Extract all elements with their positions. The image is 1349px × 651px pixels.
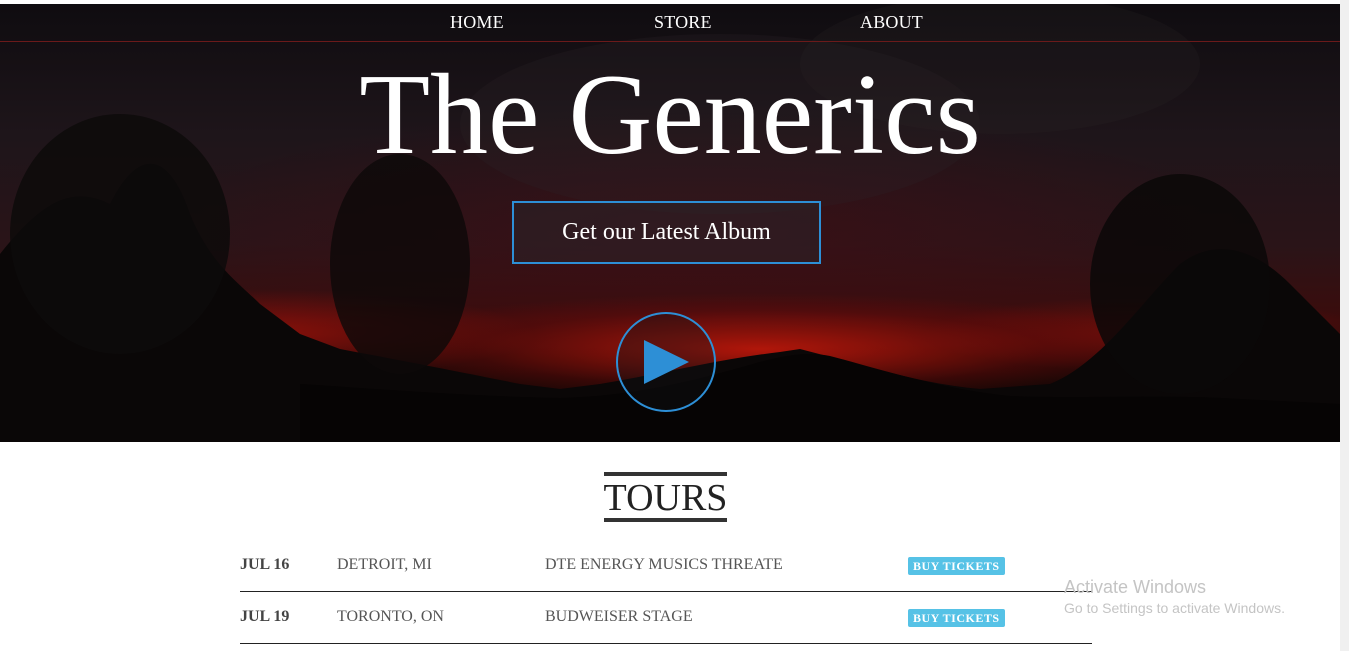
hero-banner: HOME STORE ABOUT The Generics Get our La… — [0, 4, 1340, 442]
buy-tickets-button[interactable]: BUY TICKETS — [908, 609, 1005, 627]
tour-venue: BUDWEISER STAGE — [545, 608, 693, 625]
tour-city: TORONTO, ON — [337, 608, 444, 625]
tour-row: JUL 16 DETROIT, MI DTE ENERGY MUSICS THR… — [240, 540, 1092, 592]
tour-city: DETROIT, MI — [337, 556, 432, 573]
tours-section-header: TOURS — [0, 472, 1331, 522]
nav-home-link[interactable]: HOME — [450, 12, 504, 33]
play-button[interactable] — [616, 312, 716, 412]
tour-venue: DTE ENERGY MUSICS THREATE — [545, 556, 783, 573]
page-scrollbar[interactable] — [1340, 0, 1349, 651]
nav-store-link[interactable]: STORE — [654, 12, 712, 33]
main-nav: HOME STORE ABOUT — [0, 4, 1340, 42]
play-icon — [644, 340, 689, 384]
buy-tickets-button[interactable]: BUY TICKETS — [908, 557, 1005, 575]
watermark-subtitle: Go to Settings to activate Windows. — [1064, 600, 1285, 616]
tour-row: JUL 19 TORONTO, ON BUDWEISER STAGE BUY T… — [240, 592, 1092, 644]
tour-date: JUL 16 — [240, 556, 290, 573]
watermark-title: Activate Windows — [1064, 577, 1207, 597]
nav-about-link[interactable]: ABOUT — [860, 12, 923, 33]
tours-heading: TOURS — [603, 472, 728, 522]
band-title: The Generics — [359, 51, 981, 179]
activate-windows-watermark: Activate Windows Go to Settings to activ… — [1064, 576, 1285, 618]
latest-album-button[interactable]: Get our Latest Album — [512, 201, 821, 264]
tour-date: JUL 19 — [240, 608, 290, 625]
